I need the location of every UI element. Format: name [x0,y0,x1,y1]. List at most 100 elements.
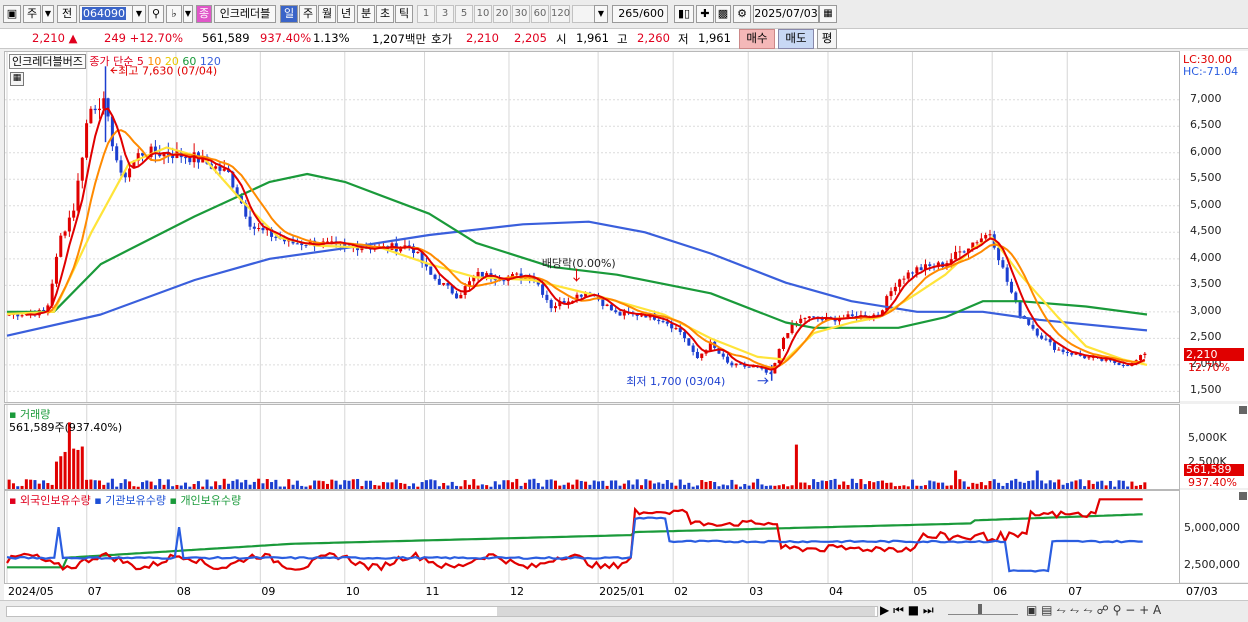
volume-bar [816,481,820,489]
candle-body [433,274,437,279]
sell-button[interactable]: 매도 [778,29,814,49]
save-icon[interactable]: ▩ [715,5,731,23]
period-select[interactable]: 주 [23,5,41,23]
zoom-search-icon[interactable]: ⚲ [1113,603,1122,617]
tab-month[interactable]: 월 [318,5,336,23]
count-field[interactable]: 265/600 [612,5,668,23]
volume-chart[interactable] [5,405,1179,489]
interval-1[interactable]: 1 [417,5,435,23]
series-name[interactable]: 인크레더블버즈 [9,54,86,69]
holding-close-icon[interactable] [1239,492,1247,500]
interval-3[interactable]: 3 [436,5,454,23]
date-field[interactable]: 2025/07/03 [753,5,819,23]
interval-10[interactable]: 10 [474,5,492,23]
similar-icon[interactable]: 종 [196,5,212,23]
last-icon[interactable]: ⏭ [923,603,934,617]
gear-icon[interactable]: ⚙ [733,5,751,23]
candle-body [579,294,583,297]
candle-body [214,166,218,169]
cross-icon[interactable]: ✚ [696,5,714,23]
chart-type-icon[interactable]: ▣ [3,5,21,23]
interval-60[interactable]: 60 [531,5,549,23]
grid-icon[interactable]: ▦ [10,72,24,86]
scroll-right-icon[interactable]: ▶ [880,603,889,617]
first-icon[interactable]: ⏮ [893,603,904,617]
chart-grid-icon[interactable]: ▣ [1026,603,1037,617]
link-icon[interactable]: ☍ [1097,603,1109,617]
plus-icon[interactable]: + [1139,603,1149,617]
volume-bar [1061,484,1065,489]
zoom-handle[interactable] [978,604,982,614]
legend-individual: ▪ 개인보유수량 [169,494,242,507]
volume-bar [257,478,261,489]
buy-button[interactable]: 매수 [739,29,775,49]
code-dropdown-icon[interactable]: ▼ [132,5,146,23]
candle-icon[interactable]: ▮▯ [674,5,694,23]
interval-dropdown-icon[interactable]: ▼ [594,5,608,23]
volume-bar [717,486,721,489]
tab-day[interactable]: 일 [280,5,298,23]
scroll-thumb[interactable] [497,607,875,616]
volume-bar [966,486,970,489]
tab-second[interactable]: 초 [376,5,394,23]
price-y-tick: 6,000 [1190,144,1222,158]
tab-year[interactable]: 년 [337,5,355,23]
dropdown-icon-2[interactable]: ▼ [183,5,193,23]
volume-bar [63,451,67,489]
volume-bar [46,483,50,489]
ma-60-line [7,172,1148,329]
tab-minute[interactable]: 분 [357,5,375,23]
scroll-track[interactable] [6,606,878,617]
interval-120[interactable]: 120 [550,5,570,23]
zoom-slider[interactable] [948,604,1018,615]
volume-bar [192,484,196,489]
high-label: 고 [617,32,628,46]
volume-bar [184,482,188,489]
interval-20[interactable]: 20 [493,5,511,23]
candle-body [691,345,695,352]
candle-body [781,337,785,349]
avg-button[interactable]: 평 [817,29,837,49]
volume-bar [730,479,734,489]
candle-body [437,278,441,285]
candle-body [80,157,84,181]
calendar-icon[interactable]: ▦ [819,5,837,23]
line-tool2-icon[interactable]: ⥊ [1070,603,1080,617]
price-chart[interactable]: 최고 7,630 (07/04)최저 1,700 (03/04)배당락(0.00… [5,52,1179,402]
volume-bar [1022,482,1026,489]
volume-bar [700,480,704,489]
volume-value: 561,589주(937.40%) [9,421,123,434]
volume-close-icon[interactable] [1239,406,1247,414]
volume-bar [932,481,936,489]
volume-bar [1091,483,1095,489]
tab-week[interactable]: 주 [299,5,317,23]
volume-bar [695,485,699,489]
line-tool-icon[interactable]: ⥊ [1056,603,1066,617]
x-tick-label: 09 [261,585,276,598]
speaker-icon[interactable]: ♭ [166,5,182,23]
interval-30[interactable]: 30 [512,5,530,23]
font-icon[interactable]: A [1153,603,1161,617]
interval-5[interactable]: 5 [455,5,473,23]
candle-body [89,108,93,124]
dropdown-icon[interactable]: ▼ [42,5,54,23]
volume-bar [369,480,373,489]
x-tick-label: 08 [176,585,191,598]
volume-bar [33,480,37,489]
search-icon[interactable]: ⚲ [148,5,164,23]
volume-bar [622,483,626,489]
candle-body [257,228,261,230]
stop-icon[interactable]: ■ [908,603,919,617]
prev-button[interactable]: 전 [57,5,77,23]
volume-bar [747,485,751,489]
volume-bar [424,480,428,489]
minus-icon[interactable]: − [1125,603,1135,617]
x-tick-label: 2025/01 [599,585,645,598]
candle-body [1121,364,1125,366]
volume-bar [502,480,506,489]
candle-body [898,279,902,287]
candle-body [799,318,803,324]
tab-tick[interactable]: 틱 [395,5,413,23]
line-tool3-icon[interactable]: ⥊ [1083,603,1093,617]
chart-grid2-icon[interactable]: ▤ [1041,603,1052,617]
